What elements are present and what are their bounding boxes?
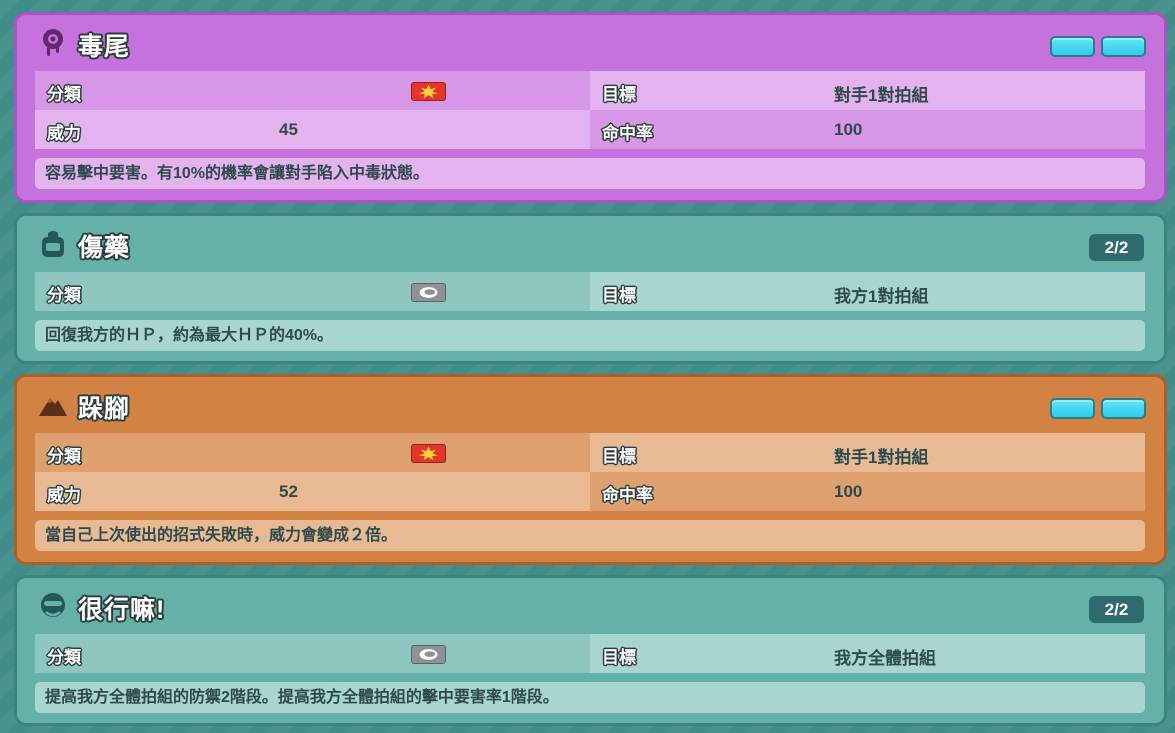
target-label: 目標 — [602, 447, 636, 466]
physical-category-icon — [411, 82, 446, 101]
accuracy-label: 命中率 — [602, 486, 653, 505]
power-label: 威力 — [47, 124, 81, 143]
stats-row: 威力 52 命中率 100 — [35, 472, 1145, 511]
target-value: 對手1對拍組 — [834, 86, 929, 105]
category-label: 分類 — [47, 85, 81, 104]
move-name: 傷藥 — [78, 234, 131, 262]
target-label: 目標 — [602, 85, 636, 104]
stats-row: 分類 目標 我方全體拍組 — [35, 634, 1145, 673]
pp-bar — [1050, 398, 1095, 419]
move-description: 回復我方的ＨＰ，約為最大ＨＰ的40%。 — [35, 320, 1145, 351]
pp-gauge — [1050, 36, 1146, 57]
move-stats-table: 分類 目標 對手1對拍組 威力 52 命中率 100 — [35, 433, 1145, 511]
move-card-header: 毒尾 — [35, 15, 1146, 71]
power-cell: 威力 52 — [35, 472, 590, 511]
physical-category-icon — [411, 444, 446, 463]
target-cell: 目標 對手1對拍組 — [590, 71, 1145, 110]
category-cell: 分類 — [35, 433, 590, 472]
move-description: 當自己上次使出的招式失敗時，威力會變成２倍。 — [35, 520, 1145, 551]
category-cell: 分類 — [35, 634, 590, 673]
stats-row: 分類 目標 我方1對拍組 — [35, 272, 1145, 311]
status-category-icon — [411, 283, 446, 302]
move-card-potion[interactable]: 傷藥 2/2 分類 目標 我方1對拍組 回復我方的ＨＰ，約為最大ＨＰ的40%。 — [14, 213, 1167, 364]
target-value: 對手1對拍組 — [834, 448, 929, 467]
target-cell: 目標 對手1對拍組 — [590, 433, 1145, 472]
power-label: 威力 — [47, 486, 81, 505]
accuracy-value: 100 — [834, 482, 863, 501]
target-cell: 目標 我方1對拍組 — [590, 272, 1145, 311]
move-card-header: 跺腳 — [35, 377, 1146, 433]
category-label: 分類 — [47, 648, 81, 667]
move-stats-table: 分類 目標 對手1對拍組 威力 45 命中率 100 — [35, 71, 1145, 149]
bag-item-icon — [42, 231, 64, 257]
category-label: 分類 — [47, 447, 81, 466]
move-card-poison-tail[interactable]: 毒尾 分類 目標 對手1對拍組 威力 45 命中率 100 容易擊中要害。有10… — [14, 12, 1167, 203]
move-name: 跺腳 — [78, 395, 131, 423]
pp-counter-badge: 2/2 — [1089, 596, 1144, 623]
move-name: 很行嘛! — [78, 596, 166, 624]
ground-type-icon — [39, 398, 67, 416]
power-value: 52 — [279, 482, 298, 501]
move-stats-table: 分類 目標 我方全體拍組 — [35, 634, 1145, 673]
pp-bar — [1101, 36, 1146, 57]
poison-type-icon — [43, 29, 63, 56]
accuracy-label: 命中率 — [602, 124, 653, 143]
move-card-header: 很行嘛! 2/2 — [35, 578, 1146, 634]
stats-row: 分類 目標 對手1對拍組 — [35, 71, 1145, 110]
stats-row: 分類 目標 對手1對拍組 — [35, 433, 1145, 472]
status-category-icon — [411, 645, 446, 664]
category-cell: 分類 — [35, 272, 590, 311]
category-label: 分類 — [47, 286, 81, 305]
target-label: 目標 — [602, 286, 636, 305]
target-value: 我方1對拍組 — [834, 287, 929, 306]
accuracy-value: 100 — [834, 120, 863, 139]
accuracy-cell: 命中率 100 — [590, 472, 1145, 511]
move-stats-table: 分類 目標 我方1對拍組 — [35, 272, 1145, 311]
stats-row: 威力 45 命中率 100 — [35, 110, 1145, 149]
move-name: 毒尾 — [78, 33, 131, 61]
trainer-cheer-icon — [41, 593, 65, 617]
power-value: 45 — [279, 120, 298, 139]
move-card-header: 傷藥 2/2 — [35, 216, 1146, 272]
pp-bar — [1050, 36, 1095, 57]
pp-counter-badge: 2/2 — [1089, 234, 1144, 261]
accuracy-cell: 命中率 100 — [590, 110, 1145, 149]
target-label: 目標 — [602, 648, 636, 667]
move-description: 容易擊中要害。有10%的機率會讓對手陷入中毒狀態。 — [35, 158, 1145, 189]
category-cell: 分類 — [35, 71, 590, 110]
move-description: 提高我方全體拍組的防禦2階段。提高我方全體拍組的擊中要害率1階段。 — [35, 682, 1145, 713]
pp-gauge — [1050, 398, 1146, 419]
pp-bar — [1101, 398, 1146, 419]
move-card-good-job[interactable]: 很行嘛! 2/2 分類 目標 我方全體拍組 提高我方全體拍組的防禦2階段。提高我… — [14, 575, 1167, 726]
target-value: 我方全體拍組 — [834, 649, 936, 668]
power-cell: 威力 45 — [35, 110, 590, 149]
move-card-stomping-tantrum[interactable]: 跺腳 分類 目標 對手1對拍組 威力 52 命中率 100 當自己上次使出的招式… — [14, 374, 1167, 565]
target-cell: 目標 我方全體拍組 — [590, 634, 1145, 673]
